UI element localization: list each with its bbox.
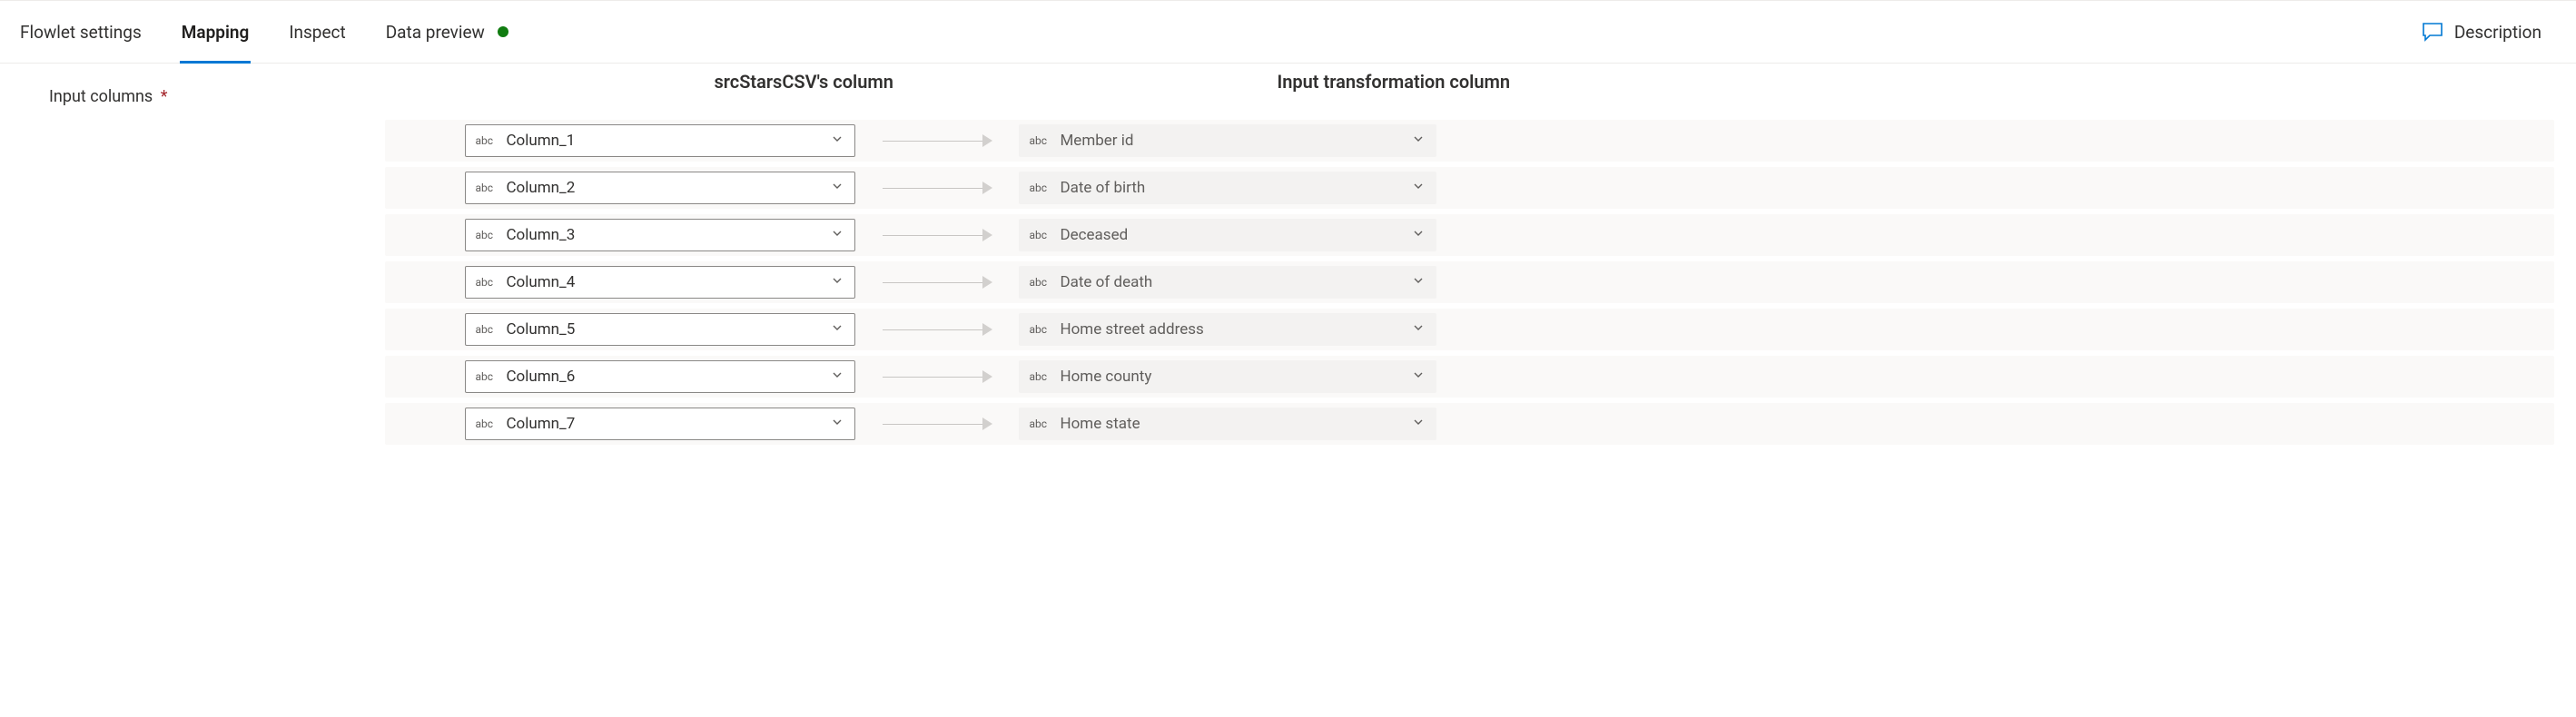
source-column-dropdown[interactable]: abc Column_6 [465, 360, 855, 393]
source-column-dropdown[interactable]: abc Column_3 [465, 219, 855, 251]
type-tag-icon: abc [1029, 417, 1049, 430]
tab-inspect[interactable]: Inspect [287, 1, 347, 63]
input-columns-text: Input columns [49, 87, 153, 106]
mapping-row: abc Column_2 abc Date of birth [385, 167, 2554, 209]
source-column-header: srcStarsCSV's column [714, 71, 1277, 93]
tab-label: Mapping [182, 22, 250, 43]
mapping-rows: abcColumn_1abcMember idabcColumn_2abcDat… [385, 120, 2554, 445]
description-label: Description [2454, 22, 2541, 43]
mapping-row: abc Column_7 abc Home state [385, 403, 2554, 445]
chevron-down-icon [1412, 273, 1425, 291]
type-tag-icon: abc [475, 182, 495, 194]
source-column-dropdown[interactable]: abc Column_7 [465, 408, 855, 440]
tab-label: Inspect [289, 22, 345, 43]
type-tag-icon: abc [1029, 229, 1049, 241]
mapping-body: Input columns * srcStarsCSV's column Inp… [0, 64, 2576, 450]
chevron-down-icon [831, 179, 844, 197]
type-tag-icon: abc [475, 323, 495, 336]
tab-label: Flowlet settings [20, 22, 142, 43]
type-tag-icon: abc [1029, 134, 1049, 147]
mapping-row: abc Column_5 abc Home street address [385, 309, 2554, 350]
chevron-down-icon [831, 132, 844, 150]
type-tag-icon: abc [475, 276, 495, 289]
type-tag-icon: abc [475, 417, 495, 430]
type-tag-icon: abc [1029, 276, 1049, 289]
target-column-value: Home county [1060, 368, 1405, 386]
mapping-row: abc Column_6 abc Home county [385, 356, 2554, 398]
maps-to-arrow-icon [855, 323, 1019, 336]
chevron-down-icon [1412, 132, 1425, 150]
target-column-dropdown[interactable]: abc Member id [1019, 124, 1436, 157]
target-column-dropdown[interactable]: abc Home state [1019, 408, 1436, 440]
chevron-down-icon [1412, 320, 1425, 339]
target-column-value: Home street address [1060, 320, 1405, 339]
source-column-dropdown[interactable]: abc Column_5 [465, 313, 855, 346]
target-column-dropdown[interactable]: abc Date of death [1019, 266, 1436, 299]
chevron-down-icon [1412, 226, 1425, 244]
source-column-dropdown[interactable]: abc Column_1 [465, 124, 855, 157]
tab-mapping[interactable]: Mapping [180, 1, 252, 63]
chevron-down-icon [831, 226, 844, 244]
maps-to-arrow-icon [855, 276, 1019, 289]
target-column-dropdown[interactable]: abc Date of birth [1019, 172, 1436, 204]
source-column-value: Column_3 [506, 226, 824, 244]
type-tag-icon: abc [475, 370, 495, 383]
type-tag-icon: abc [475, 134, 495, 147]
source-column-value: Column_6 [506, 368, 824, 386]
tab-data-preview[interactable]: Data preview [384, 1, 510, 63]
target-column-dropdown[interactable]: abc Deceased [1019, 219, 1436, 251]
tab-flowlet-settings[interactable]: Flowlet settings [18, 1, 143, 63]
required-asterisk: * [161, 87, 168, 106]
comment-icon [2422, 22, 2443, 42]
type-tag-icon: abc [1029, 182, 1049, 194]
chevron-down-icon [1412, 415, 1425, 433]
input-columns-label: Input columns * [0, 71, 167, 450]
source-column-value: Column_1 [506, 132, 824, 150]
chevron-down-icon [1412, 179, 1425, 197]
chevron-down-icon [831, 368, 844, 386]
chevron-down-icon [831, 320, 844, 339]
mapping-column-headers: srcStarsCSV's column Input transformatio… [385, 71, 2554, 93]
type-tag-icon: abc [475, 229, 495, 241]
chevron-down-icon [1412, 368, 1425, 386]
chevron-down-icon [831, 415, 844, 433]
source-column-dropdown[interactable]: abc Column_4 [465, 266, 855, 299]
source-column-value: Column_7 [506, 415, 824, 433]
chevron-down-icon [831, 273, 844, 291]
source-column-dropdown[interactable]: abc Column_2 [465, 172, 855, 204]
maps-to-arrow-icon [855, 134, 1019, 147]
target-column-value: Member id [1060, 132, 1405, 150]
source-column-value: Column_2 [506, 179, 824, 197]
maps-to-arrow-icon [855, 182, 1019, 194]
mapping-row: abc Column_1 abc Member id [385, 120, 2554, 162]
source-column-value: Column_5 [506, 320, 824, 339]
tab-label: Data preview [386, 22, 485, 43]
target-column-dropdown[interactable]: abc Home county [1019, 360, 1436, 393]
maps-to-arrow-icon [855, 229, 1019, 241]
target-column-value: Home state [1060, 415, 1405, 433]
target-column-value: Deceased [1060, 226, 1405, 244]
mapping-area: srcStarsCSV's column Input transformatio… [385, 71, 2576, 450]
source-column-value: Column_4 [506, 273, 824, 291]
status-dot-icon [498, 26, 508, 37]
target-column-header: Input transformation column [1277, 71, 1510, 93]
target-column-value: Date of death [1060, 273, 1405, 291]
maps-to-arrow-icon [855, 370, 1019, 383]
type-tag-icon: abc [1029, 370, 1049, 383]
description-link[interactable]: Description [2422, 22, 2541, 43]
tabs: Flowlet settings Mapping Inspect Data pr… [4, 1, 510, 63]
maps-to-arrow-icon [855, 417, 1019, 430]
target-column-dropdown[interactable]: abc Home street address [1019, 313, 1436, 346]
mapping-row: abc Column_3 abc Deceased [385, 214, 2554, 256]
tabbar: Flowlet settings Mapping Inspect Data pr… [0, 0, 2576, 64]
type-tag-icon: abc [1029, 323, 1049, 336]
target-column-value: Date of birth [1060, 179, 1405, 197]
mapping-row: abc Column_4 abc Date of death [385, 261, 2554, 303]
